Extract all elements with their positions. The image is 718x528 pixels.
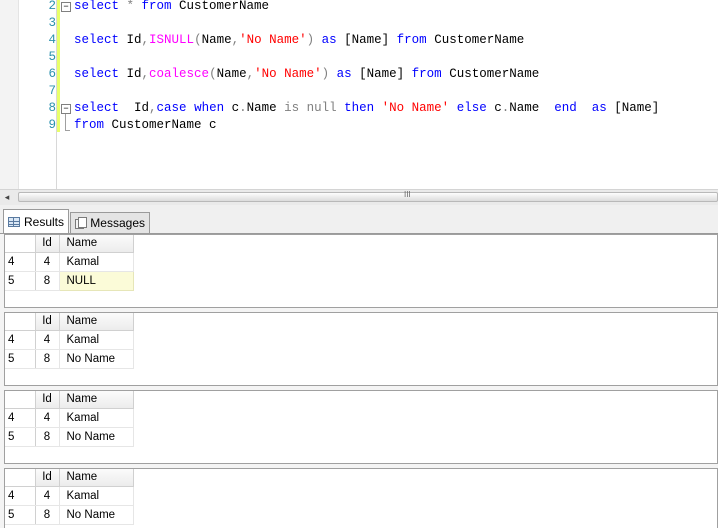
- row-header[interactable]: 4: [5, 408, 36, 428]
- result-grid[interactable]: Id Name 4 4 Kamal 5 8 NULL: [4, 234, 718, 308]
- row-header[interactable]: 5: [5, 349, 36, 369]
- table-row[interactable]: 4 4 Kamal: [5, 252, 134, 272]
- table-row[interactable]: 4 4 Kamal: [5, 330, 134, 350]
- column-header-id[interactable]: Id: [35, 235, 60, 253]
- column-header-name[interactable]: Name: [59, 469, 134, 487]
- cell-id[interactable]: 8: [35, 427, 60, 447]
- cell-name[interactable]: Kamal: [59, 252, 134, 272]
- row-header[interactable]: 5: [5, 271, 36, 291]
- result-grid[interactable]: Id Name 4 4 Kamal 5 8 No Name: [4, 468, 718, 528]
- code-line[interactable]: 6 select Id,coalesce(Name,'No Name') as […: [0, 66, 718, 83]
- table-row[interactable]: 5 8 No Name: [5, 349, 134, 369]
- cell-id[interactable]: 4: [35, 486, 60, 506]
- code-text[interactable]: select Id,case when c.Name is null then …: [74, 100, 659, 117]
- collapse-region-icon[interactable]: −: [61, 104, 71, 114]
- code-line[interactable]: 8 select Id,case when c.Name is null then…: [0, 100, 718, 117]
- line-number: 6: [48, 67, 56, 81]
- cell-id[interactable]: 4: [35, 252, 60, 272]
- row-header[interactable]: 4: [5, 330, 36, 350]
- code-line[interactable]: 5: [0, 49, 718, 66]
- cell-id[interactable]: 8: [35, 271, 60, 291]
- row-header[interactable]: 5: [5, 427, 36, 447]
- collapse-region-icon[interactable]: −: [61, 2, 71, 12]
- result-grid[interactable]: Id Name 4 4 Kamal 5 8 No Name: [4, 390, 718, 464]
- row-header-corner[interactable]: [5, 469, 36, 487]
- table-row[interactable]: 5 8 No Name: [5, 427, 134, 447]
- row-header[interactable]: 4: [5, 252, 36, 272]
- row-header-corner[interactable]: [5, 391, 36, 409]
- line-number: 8: [48, 101, 56, 115]
- column-header-id[interactable]: Id: [35, 391, 60, 409]
- cell-name[interactable]: No Name: [59, 427, 134, 447]
- cell-id[interactable]: 8: [35, 349, 60, 369]
- line-number: 5: [48, 50, 56, 64]
- cell-name[interactable]: No Name: [59, 505, 134, 525]
- result-grid[interactable]: Id Name 4 4 Kamal 5 8 No Name: [4, 312, 718, 386]
- code-text[interactable]: select Id,coalesce(Name,'No Name') as [N…: [74, 66, 539, 83]
- query-editor[interactable]: 2 select * from CustomerName 3 4 select Id,I…: [0, 0, 718, 189]
- table-row[interactable]: 4 4 Kamal: [5, 408, 134, 428]
- column-header-id[interactable]: Id: [35, 469, 60, 487]
- scroll-thumb[interactable]: [18, 192, 718, 202]
- column-header-name[interactable]: Name: [59, 391, 134, 409]
- messages-icon: [75, 217, 87, 229]
- line-number: 3: [48, 16, 56, 30]
- code-text[interactable]: select Id,ISNULL(Name,'No Name') as [Nam…: [74, 32, 524, 49]
- code-line[interactable]: 2 select * from CustomerName: [0, 0, 718, 15]
- cell-name[interactable]: Kamal: [59, 486, 134, 506]
- cell-name[interactable]: NULL: [58, 270, 134, 291]
- line-number: 4: [48, 33, 56, 47]
- scroll-left-arrow-icon[interactable]: ◂: [2, 192, 12, 203]
- tab-results[interactable]: Results: [3, 209, 69, 233]
- line-number: 7: [48, 84, 56, 98]
- code-line[interactable]: 7: [0, 83, 718, 100]
- column-header-id[interactable]: Id: [35, 313, 60, 331]
- table-row[interactable]: 5 8 No Name: [5, 505, 134, 525]
- results-pane: Id Name 4 4 Kamal 5 8 NULL Id Name 4 4 Kamal 5 8 No Nam…: [0, 234, 718, 528]
- cell-name[interactable]: No Name: [59, 349, 134, 369]
- row-header[interactable]: 4: [5, 486, 36, 506]
- tab-messages[interactable]: Messages: [70, 212, 150, 233]
- cell-id[interactable]: 8: [35, 505, 60, 525]
- row-header-corner[interactable]: [5, 235, 36, 253]
- cell-id[interactable]: 4: [35, 408, 60, 428]
- cell-name[interactable]: Kamal: [59, 408, 134, 428]
- line-number: 9: [48, 118, 56, 132]
- code-text[interactable]: select * from CustomerName: [74, 0, 269, 15]
- cell-id[interactable]: 4: [35, 330, 60, 350]
- code-line[interactable]: 9 from CustomerName c: [0, 117, 718, 134]
- row-header-corner[interactable]: [5, 313, 36, 331]
- code-line[interactable]: 4 select Id,ISNULL(Name,'No Name') as [Na…: [0, 32, 718, 49]
- row-header[interactable]: 5: [5, 505, 36, 525]
- fold-line: [65, 114, 66, 130]
- scroll-thumb-grip: III: [404, 190, 411, 199]
- code-text[interactable]: from CustomerName c: [74, 117, 217, 134]
- tab-messages-label: Messages: [90, 216, 145, 230]
- column-header-name[interactable]: Name: [59, 235, 134, 253]
- line-number: 2: [48, 0, 56, 13]
- results-tab-bar: Results Messages: [0, 205, 718, 234]
- fold-end: [65, 130, 70, 131]
- column-header-name[interactable]: Name: [59, 313, 134, 331]
- cell-name[interactable]: Kamal: [59, 330, 134, 350]
- results-grid-icon: [8, 216, 20, 227]
- table-row[interactable]: 4 4 Kamal: [5, 486, 134, 506]
- editor-horizontal-scrollbar[interactable]: ◂ III: [0, 189, 718, 205]
- table-row[interactable]: 5 8 NULL: [5, 270, 134, 291]
- tab-results-label: Results: [23, 214, 64, 229]
- code-line[interactable]: 3: [0, 15, 718, 32]
